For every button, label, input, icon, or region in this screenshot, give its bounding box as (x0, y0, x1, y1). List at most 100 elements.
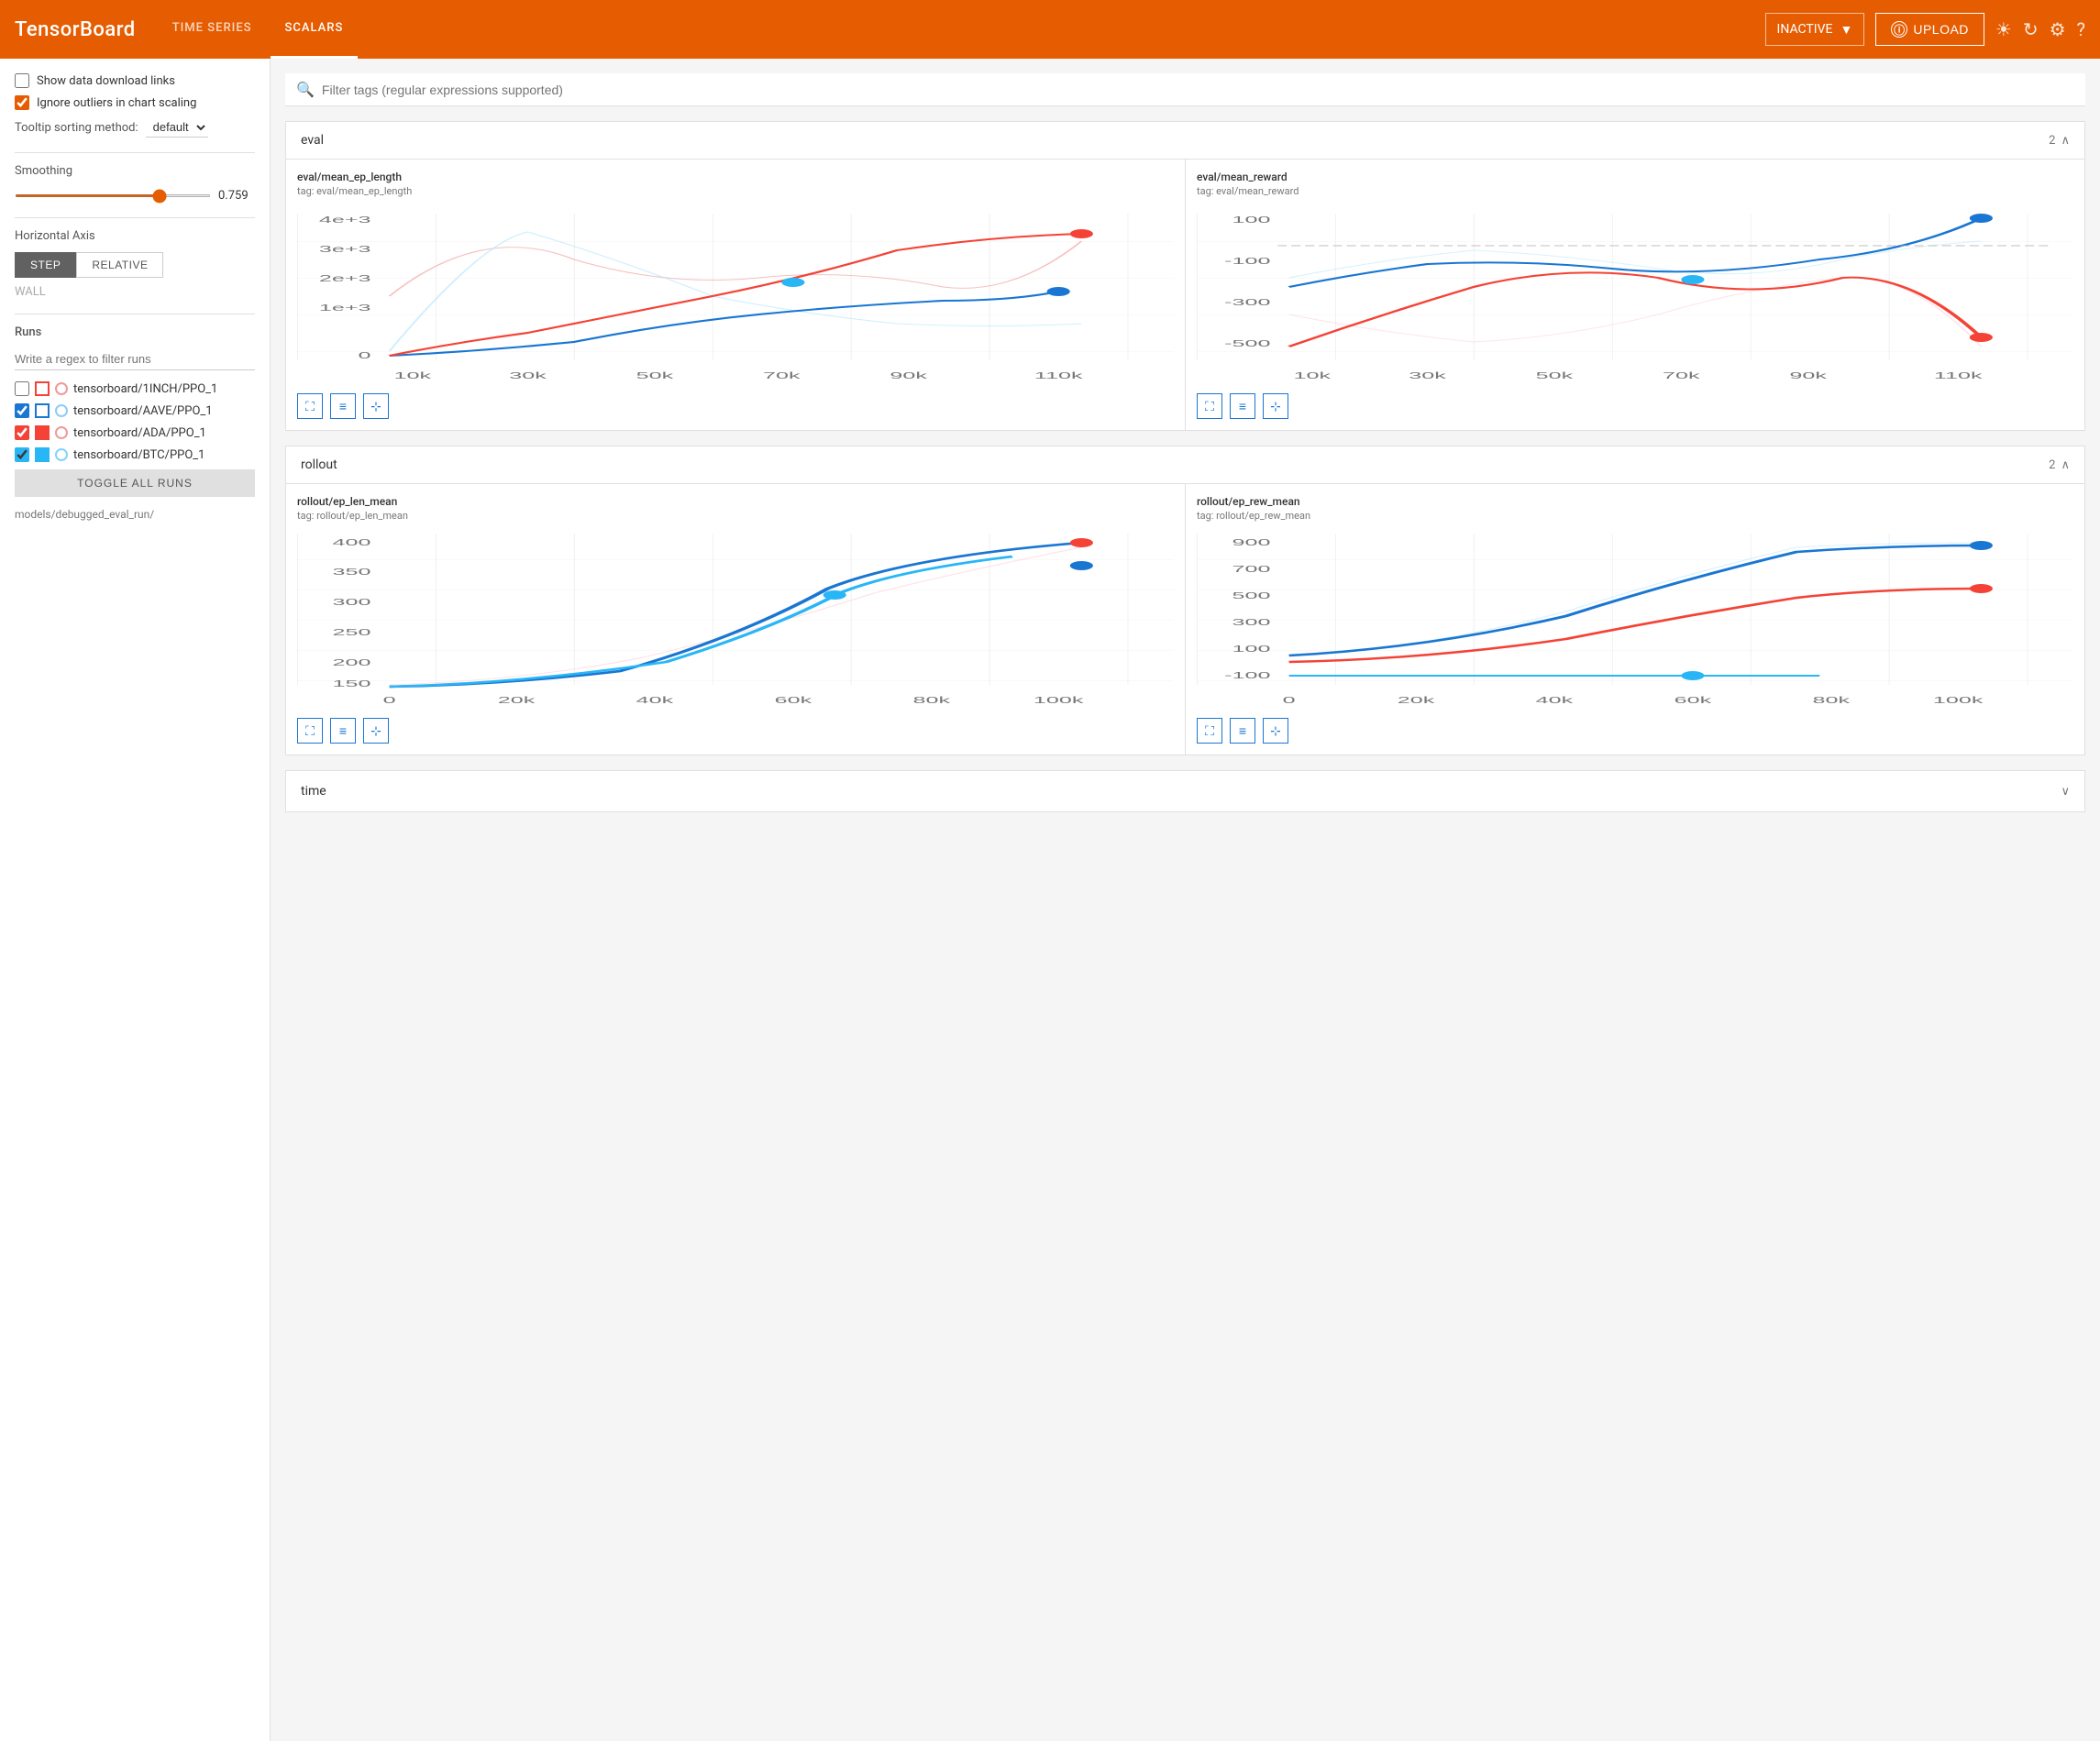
run-circle-1inch (55, 382, 68, 395)
svg-text:250: 250 (333, 628, 371, 638)
eval-mean-ep-length-chart: eval/mean_ep_length tag: eval/mean_ep_le… (286, 160, 1185, 430)
svg-text:3e+3: 3e+3 (319, 245, 371, 255)
filter-tags-input[interactable] (322, 83, 2074, 97)
chevron-down-icon: ▼ (1840, 22, 1852, 38)
data-download-btn-4[interactable]: ≡ (1230, 718, 1255, 744)
svg-text:110k: 110k (1034, 371, 1083, 381)
smoothing-label: Smoothing (15, 164, 255, 178)
show-download-row: Show data download links (15, 73, 255, 88)
time-section: time ∨ (285, 770, 2085, 812)
help-icon[interactable]: ? (2077, 18, 2085, 40)
run-item-1inch[interactable]: tensorboard/1INCH/PPO_1 (15, 381, 255, 396)
time-expand-icon[interactable]: ∨ (2061, 785, 2070, 799)
show-download-checkbox[interactable] (15, 73, 29, 88)
svg-text:0: 0 (359, 351, 371, 361)
options-section: Show data download links Ignore outliers… (15, 73, 255, 138)
ignore-outliers-label: Ignore outliers in chart scaling (37, 96, 196, 110)
run-checkbox-aave[interactable] (15, 403, 29, 418)
run-color-aave (35, 403, 50, 418)
run-item-aave[interactable]: tensorboard/AAVE/PPO_1 (15, 403, 255, 418)
show-download-label: Show data download links (37, 74, 175, 88)
rollout-section: rollout 2 ∧ rollout/ep_len_mean tag: rol… (285, 446, 2085, 755)
ignore-outliers-row: Ignore outliers in chart scaling (15, 95, 255, 110)
svg-text:20k: 20k (1398, 696, 1435, 706)
crosshair-btn-4[interactable]: ⊹ (1263, 718, 1288, 744)
tooltip-sorting-label: Tooltip sorting method: (15, 121, 138, 135)
svg-text:150: 150 (333, 679, 371, 689)
search-icon: 🔍 (296, 81, 315, 98)
rollout-ep-len-mean-chart: rollout/ep_len_mean tag: rollout/ep_len_… (286, 484, 1185, 755)
crosshair-btn[interactable]: ⊹ (363, 393, 389, 419)
rollout-ep-len-mean-area: 400 350 300 250 200 150 0 20k 40k 60k 80… (297, 529, 1174, 712)
model-path: models/debugged_eval_run/ (15, 508, 255, 521)
data-download-btn-2[interactable]: ≡ (1230, 393, 1255, 419)
ignore-outliers-checkbox[interactable] (15, 95, 29, 110)
run-item-ada[interactable]: tensorboard/ADA/PPO_1 (15, 425, 255, 440)
app-logo: TensorBoard (15, 18, 136, 41)
run-label-btc: tensorboard/BTC/PPO_1 (73, 448, 204, 462)
svg-text:200: 200 (333, 658, 371, 668)
svg-text:10k: 10k (394, 371, 432, 381)
svg-text:70k: 70k (1663, 371, 1700, 381)
run-color-btc (35, 447, 50, 462)
svg-text:4e+3: 4e+3 (319, 215, 371, 226)
expand-chart-btn-3[interactable]: ⛶ (297, 718, 323, 744)
inactive-dropdown[interactable]: INACTIVE ▼ (1765, 13, 1865, 46)
expand-chart-btn-2[interactable]: ⛶ (1197, 393, 1222, 419)
crosshair-btn-2[interactable]: ⊹ (1263, 393, 1288, 419)
svg-text:700: 700 (1232, 565, 1271, 575)
main-content: 🔍 eval 2 ∧ eval/mean_ep_length tag: eval… (271, 59, 2100, 1741)
smoothing-row: 0.759 (15, 189, 255, 203)
run-checkbox-ada[interactable] (15, 425, 29, 440)
svg-text:50k: 50k (636, 371, 674, 381)
eval-mean-ep-length-tag: tag: eval/mean_ep_length (297, 185, 1174, 197)
run-checkbox-1inch[interactable] (15, 381, 29, 396)
svg-text:110k: 110k (1934, 371, 1983, 381)
svg-text:300: 300 (333, 598, 371, 608)
run-label-aave: tensorboard/AAVE/PPO_1 (73, 404, 213, 418)
theme-toggle-icon[interactable]: ☀ (1995, 18, 2012, 40)
rollout-ep-rew-mean-chart: rollout/ep_rew_mean tag: rollout/ep_rew_… (1186, 484, 2084, 755)
data-download-btn[interactable]: ≡ (330, 393, 356, 419)
run-item-btc[interactable]: tensorboard/BTC/PPO_1 (15, 447, 255, 462)
rollout-ep-rew-mean-area: 900 700 500 300 100 -100 0 20k 40k 60k 8… (1197, 529, 2073, 712)
axis-wall-label[interactable]: WALL (15, 285, 255, 299)
run-checkbox-btc[interactable] (15, 447, 29, 462)
toggle-all-runs-button[interactable]: TOGGLE ALL RUNS (15, 469, 255, 497)
time-section-header[interactable]: time ∨ (286, 771, 2084, 811)
svg-text:-100: -100 (1224, 671, 1270, 681)
svg-text:500: 500 (1232, 591, 1271, 601)
rollout-collapse-icon[interactable]: ∧ (2061, 458, 2070, 472)
runs-header: Runs (15, 325, 255, 339)
tooltip-sorting-select[interactable]: default (146, 117, 208, 138)
svg-text:50k: 50k (1536, 371, 1574, 381)
eval-ep-length-actions: ⛶ ≡ ⊹ (297, 393, 1174, 419)
upload-button[interactable]: ⓘ UPLOAD (1875, 13, 1984, 46)
svg-text:20k: 20k (498, 696, 536, 706)
svg-text:400: 400 (333, 538, 371, 548)
eval-charts-grid: eval/mean_ep_length tag: eval/mean_ep_le… (286, 160, 2084, 430)
run-circle-aave (55, 404, 68, 417)
axis-relative-button[interactable]: RELATIVE (76, 252, 163, 278)
svg-text:80k: 80k (913, 696, 951, 706)
eval-mean-reward-title: eval/mean_reward (1197, 171, 2073, 183)
crosshair-btn-3[interactable]: ⊹ (363, 718, 389, 744)
data-download-btn-3[interactable]: ≡ (330, 718, 356, 744)
svg-text:100: 100 (1232, 645, 1271, 655)
svg-text:-100: -100 (1224, 257, 1270, 267)
rollout-ep-len-mean-title: rollout/ep_len_mean (297, 495, 1174, 508)
svg-text:80k: 80k (1813, 696, 1851, 706)
axis-step-button[interactable]: STEP (15, 252, 76, 278)
nav-scalars[interactable]: SCALARS (271, 0, 359, 59)
runs-filter-input[interactable] (15, 348, 255, 370)
eval-collapse-icon[interactable]: ∧ (2061, 134, 2070, 148)
svg-text:2e+3: 2e+3 (319, 274, 371, 284)
expand-chart-btn[interactable]: ⛶ (297, 393, 323, 419)
settings-icon[interactable]: ⚙ (2050, 18, 2066, 40)
refresh-icon[interactable]: ↻ (2023, 18, 2039, 40)
smoothing-slider[interactable] (15, 194, 211, 197)
nav-time-series[interactable]: TIME SERIES (158, 0, 267, 59)
eval-section-count: 2 ∧ (2049, 134, 2070, 148)
smoothing-value: 0.759 (218, 189, 255, 203)
expand-chart-btn-4[interactable]: ⛶ (1197, 718, 1222, 744)
